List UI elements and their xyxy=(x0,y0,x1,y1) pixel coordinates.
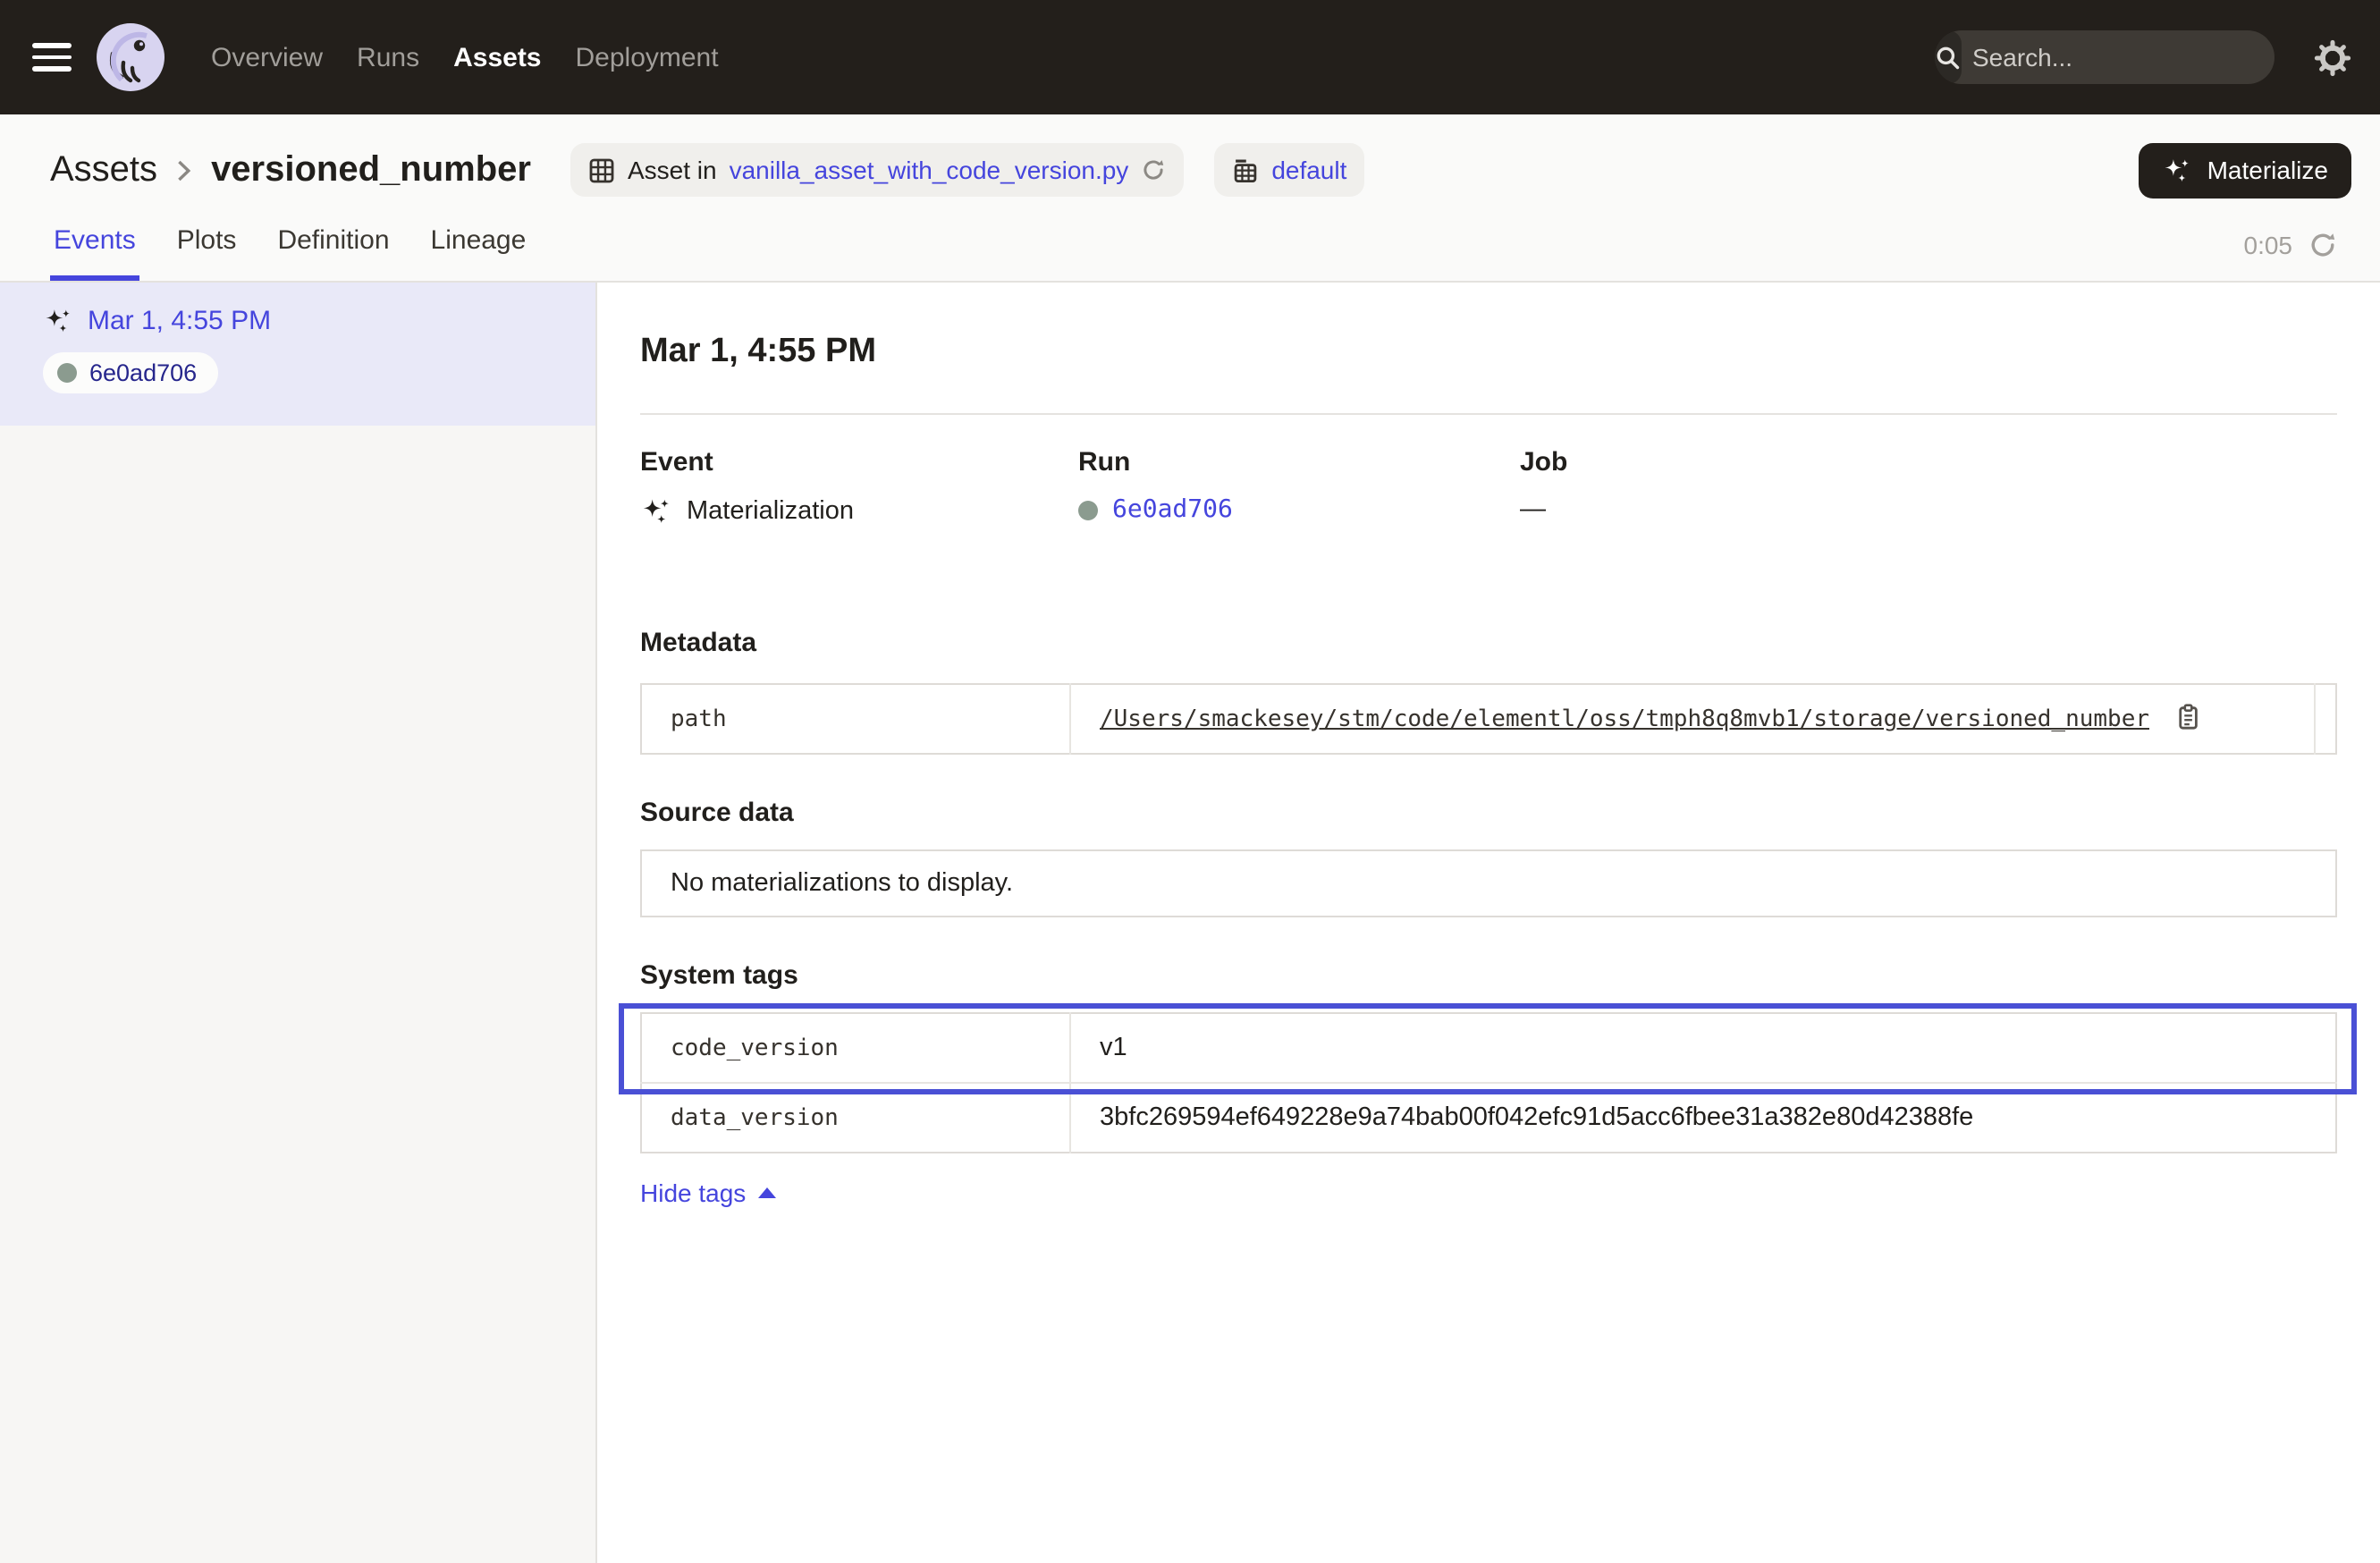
event-timestamp-link[interactable]: Mar 1, 4:55 PM xyxy=(43,306,553,336)
page-header: Assets versioned_number Asset in vanilla… xyxy=(0,114,2380,283)
metadata-key: path xyxy=(641,684,1070,754)
tag-value: v1 xyxy=(1100,1034,1127,1062)
chevron-right-icon xyxy=(177,158,191,182)
tag-value: 3bfc269594ef649228e9a74bab00f042efc91d5a… xyxy=(1100,1103,1973,1132)
event-detail-pane: Mar 1, 4:55 PM Event Materialization xyxy=(597,283,2380,1563)
primary-nav: Overview Runs Assets Deployment xyxy=(211,42,719,72)
nav-item-assets[interactable]: Assets xyxy=(453,42,541,72)
run-status-dot xyxy=(1078,500,1098,520)
asset-badge-prefix: Asset in xyxy=(628,156,717,184)
materialization-sparkle-icon xyxy=(640,495,672,528)
event-list-item-selected[interactable]: Mar 1, 4:55 PM 6e0ad706 xyxy=(0,283,595,426)
event-detail-title: Mar 1, 4:55 PM xyxy=(640,333,2337,372)
copy-icon[interactable] xyxy=(2175,703,2202,731)
tab-definition[interactable]: Definition xyxy=(274,225,392,281)
code-location-badge[interactable]: default xyxy=(1214,143,1364,197)
menu-icon[interactable] xyxy=(32,43,72,72)
materialize-button[interactable]: Materialize xyxy=(2139,142,2351,198)
event-type-value: Materialization xyxy=(687,497,854,526)
nav-item-overview[interactable]: Overview xyxy=(211,42,323,72)
event-summary: Event Materialization Run 6e0ad xyxy=(640,447,2337,528)
run-id-chip[interactable]: 6e0ad706 xyxy=(43,352,218,393)
search-icon xyxy=(1935,30,1962,84)
page-title: versioned_number xyxy=(211,149,531,190)
source-data-section: Source data No materializations to displ… xyxy=(640,798,2337,917)
materialize-label: Materialize xyxy=(2207,156,2328,184)
table-row-code-version: code_version v1 xyxy=(641,1013,2336,1083)
hide-tags-label: Hide tags xyxy=(640,1179,746,1207)
content: Mar 1, 4:55 PM 6e0ad706 Mar 1, 4:55 PM E… xyxy=(0,283,2380,1563)
asset-grid-icon xyxy=(588,156,615,183)
search-input[interactable] xyxy=(1962,43,2275,72)
breadcrumb-assets-link[interactable]: Assets xyxy=(50,149,157,190)
system-tags-section: System tags code_version v1 data_version… xyxy=(640,960,2337,1211)
system-tags-heading: System tags xyxy=(640,960,2337,991)
tab-lineage[interactable]: Lineage xyxy=(427,225,530,281)
tag-key: code_version xyxy=(641,1013,1070,1083)
nav-item-deployment[interactable]: Deployment xyxy=(576,42,719,72)
search-bar[interactable]: / xyxy=(1935,30,2275,84)
run-status-dot xyxy=(57,363,77,383)
refresh-icon[interactable] xyxy=(2308,231,2337,259)
tab-bar: Events Plots Definition Lineage 0:05 xyxy=(0,225,2380,281)
path-value-link[interactable]: /Users/smackesey/stm/code/elementl/oss/t… xyxy=(1100,706,2149,733)
top-nav: Overview Runs Assets Deployment / xyxy=(0,0,2380,114)
materialization-sparkle-icon xyxy=(43,306,73,336)
table-row-data-version: data_version 3bfc269594ef649228e9a74bab0… xyxy=(641,1083,2336,1153)
run-id-link[interactable]: 6e0ad706 xyxy=(1112,495,1233,524)
table-row: path /Users/smackesey/stm/code/elementl/… xyxy=(641,684,2336,754)
caret-up-icon xyxy=(758,1187,776,1198)
metadata-heading: Metadata xyxy=(640,628,2337,658)
asset-file-link[interactable]: vanilla_asset_with_code_version.py xyxy=(730,156,1129,184)
event-column-label: Event xyxy=(640,447,1078,477)
hide-tags-link[interactable]: Hide tags xyxy=(640,1179,776,1207)
source-data-empty-message: No materializations to display. xyxy=(640,849,2337,917)
event-list-sidebar: Mar 1, 4:55 PM 6e0ad706 xyxy=(0,283,597,1563)
tab-plots[interactable]: Plots xyxy=(173,225,241,281)
run-column-label: Run xyxy=(1078,447,1520,477)
asset-definition-badge[interactable]: Asset in vanilla_asset_with_code_version… xyxy=(570,143,1184,197)
source-data-heading: Source data xyxy=(640,798,2337,828)
job-value: — xyxy=(1520,495,1546,524)
repo-grid-icon xyxy=(1232,156,1259,183)
nav-item-runs[interactable]: Runs xyxy=(357,42,419,72)
app: Overview Runs Assets Deployment / xyxy=(0,0,2380,1563)
tag-key: data_version xyxy=(641,1083,1070,1153)
breadcrumb: Assets versioned_number xyxy=(50,149,531,190)
refresh-countdown: 0:05 xyxy=(2244,231,2293,259)
event-timestamp: Mar 1, 4:55 PM xyxy=(88,306,271,336)
tab-events[interactable]: Events xyxy=(50,225,139,281)
metadata-section: Metadata path /Users/smackesey/stm/code/… xyxy=(640,628,2337,755)
dagster-logo-icon[interactable] xyxy=(97,23,165,91)
divider xyxy=(640,413,2337,415)
reload-icon[interactable] xyxy=(1141,157,1166,182)
sparkle-icon xyxy=(2163,155,2193,185)
job-column-label: Job xyxy=(1520,447,2337,477)
code-location-link[interactable]: default xyxy=(1271,156,1346,184)
metadata-table: path /Users/smackesey/stm/code/elementl/… xyxy=(640,683,2337,755)
system-tags-table: code_version v1 data_version 3bfc269594e… xyxy=(640,1012,2337,1153)
run-id-chip-label: 6e0ad706 xyxy=(89,359,197,386)
settings-gear-icon[interactable] xyxy=(2314,38,2351,76)
